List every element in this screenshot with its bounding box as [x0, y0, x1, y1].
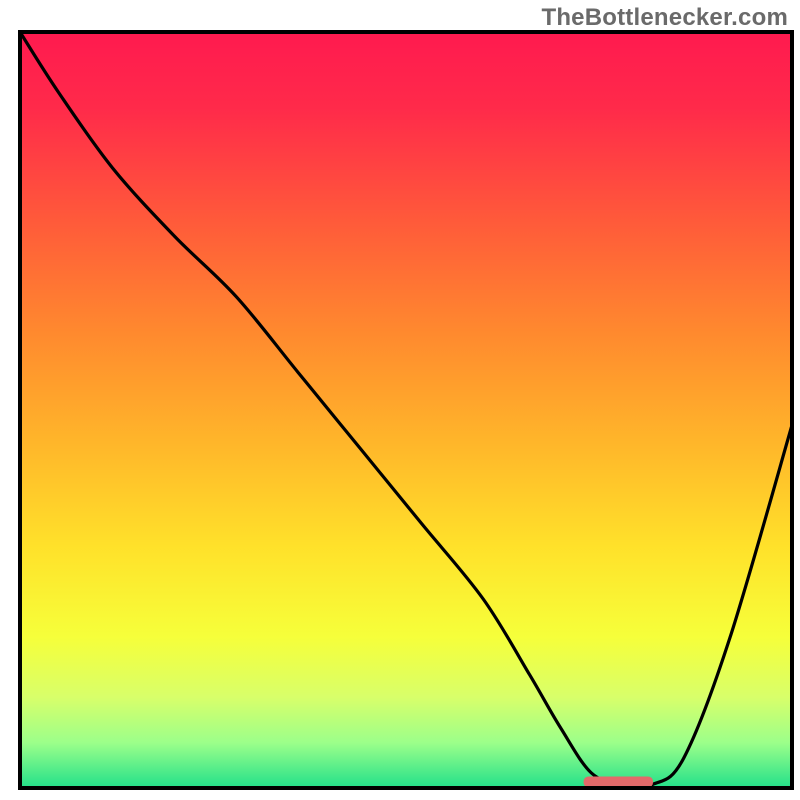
chart-container: TheBottlenecker.com	[0, 0, 800, 800]
gradient-background	[20, 32, 792, 788]
optimal-range-marker	[584, 776, 653, 787]
watermark-text: TheBottlenecker.com	[541, 4, 788, 32]
bottleneck-chart	[0, 0, 800, 800]
